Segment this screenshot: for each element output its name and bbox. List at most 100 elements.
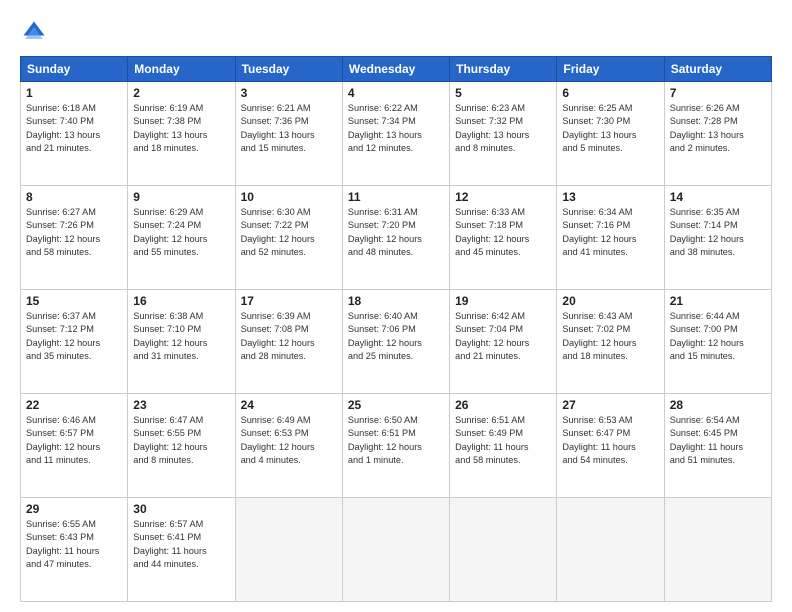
calendar-day — [450, 498, 557, 602]
calendar-day: 20 Sunrise: 6:43 AM Sunset: 7:02 PM Dayli… — [557, 290, 664, 394]
calendar-day: 1 Sunrise: 6:18 AM Sunset: 7:40 PM Daylig… — [21, 82, 128, 186]
day-number: 21 — [670, 294, 766, 308]
calendar-day: 3 Sunrise: 6:21 AM Sunset: 7:36 PM Daylig… — [235, 82, 342, 186]
calendar-day: 17 Sunrise: 6:39 AM Sunset: 7:08 PM Dayli… — [235, 290, 342, 394]
day-info: Sunrise: 6:44 AM Sunset: 7:00 PM Dayligh… — [670, 310, 766, 363]
day-header-thursday: Thursday — [450, 57, 557, 82]
calendar-day: 13 Sunrise: 6:34 AM Sunset: 7:16 PM Dayli… — [557, 186, 664, 290]
logo-icon — [20, 18, 48, 46]
calendar-day: 29 Sunrise: 6:55 AM Sunset: 6:43 PM Dayli… — [21, 498, 128, 602]
page: SundayMondayTuesdayWednesdayThursdayFrid… — [0, 0, 792, 612]
calendar-day: 24 Sunrise: 6:49 AM Sunset: 6:53 PM Dayli… — [235, 394, 342, 498]
day-info: Sunrise: 6:42 AM Sunset: 7:04 PM Dayligh… — [455, 310, 551, 363]
day-info: Sunrise: 6:21 AM Sunset: 7:36 PM Dayligh… — [241, 102, 337, 155]
day-number: 14 — [670, 190, 766, 204]
day-number: 16 — [133, 294, 229, 308]
day-number: 29 — [26, 502, 122, 516]
day-number: 19 — [455, 294, 551, 308]
day-header-saturday: Saturday — [664, 57, 771, 82]
calendar-day: 14 Sunrise: 6:35 AM Sunset: 7:14 PM Dayli… — [664, 186, 771, 290]
day-number: 1 — [26, 86, 122, 100]
day-info: Sunrise: 6:22 AM Sunset: 7:34 PM Dayligh… — [348, 102, 444, 155]
day-number: 8 — [26, 190, 122, 204]
day-number: 13 — [562, 190, 658, 204]
day-number: 7 — [670, 86, 766, 100]
day-number: 11 — [348, 190, 444, 204]
day-number: 12 — [455, 190, 551, 204]
day-header-wednesday: Wednesday — [342, 57, 449, 82]
calendar-week-1: 1 Sunrise: 6:18 AM Sunset: 7:40 PM Daylig… — [21, 82, 772, 186]
day-info: Sunrise: 6:23 AM Sunset: 7:32 PM Dayligh… — [455, 102, 551, 155]
day-header-tuesday: Tuesday — [235, 57, 342, 82]
calendar-day: 12 Sunrise: 6:33 AM Sunset: 7:18 PM Dayli… — [450, 186, 557, 290]
day-info: Sunrise: 6:30 AM Sunset: 7:22 PM Dayligh… — [241, 206, 337, 259]
calendar-day — [664, 498, 771, 602]
day-number: 6 — [562, 86, 658, 100]
calendar-day: 10 Sunrise: 6:30 AM Sunset: 7:22 PM Dayli… — [235, 186, 342, 290]
day-number: 2 — [133, 86, 229, 100]
day-number: 23 — [133, 398, 229, 412]
day-info: Sunrise: 6:18 AM Sunset: 7:40 PM Dayligh… — [26, 102, 122, 155]
day-number: 22 — [26, 398, 122, 412]
day-number: 15 — [26, 294, 122, 308]
day-info: Sunrise: 6:37 AM Sunset: 7:12 PM Dayligh… — [26, 310, 122, 363]
calendar-day: 25 Sunrise: 6:50 AM Sunset: 6:51 PM Dayli… — [342, 394, 449, 498]
day-info: Sunrise: 6:26 AM Sunset: 7:28 PM Dayligh… — [670, 102, 766, 155]
calendar-table: SundayMondayTuesdayWednesdayThursdayFrid… — [20, 56, 772, 602]
day-number: 17 — [241, 294, 337, 308]
calendar-day: 7 Sunrise: 6:26 AM Sunset: 7:28 PM Daylig… — [664, 82, 771, 186]
day-info: Sunrise: 6:54 AM Sunset: 6:45 PM Dayligh… — [670, 414, 766, 467]
day-info: Sunrise: 6:49 AM Sunset: 6:53 PM Dayligh… — [241, 414, 337, 467]
day-number: 26 — [455, 398, 551, 412]
header — [20, 18, 772, 46]
calendar-day: 30Sunrise: 6:57 AM Sunset: 6:41 PM Dayli… — [128, 498, 235, 602]
day-number: 9 — [133, 190, 229, 204]
day-info: Sunrise: 6:31 AM Sunset: 7:20 PM Dayligh… — [348, 206, 444, 259]
calendar-day: 21 Sunrise: 6:44 AM Sunset: 7:00 PM Dayli… — [664, 290, 771, 394]
calendar-day: 6Sunrise: 6:25 AM Sunset: 7:30 PM Daylig… — [557, 82, 664, 186]
day-info: Sunrise: 6:43 AM Sunset: 7:02 PM Dayligh… — [562, 310, 658, 363]
day-number: 24 — [241, 398, 337, 412]
day-info: Sunrise: 6:35 AM Sunset: 7:14 PM Dayligh… — [670, 206, 766, 259]
day-number: 28 — [670, 398, 766, 412]
day-number: 25 — [348, 398, 444, 412]
day-number: 18 — [348, 294, 444, 308]
day-info: Sunrise: 6:50 AM Sunset: 6:51 PM Dayligh… — [348, 414, 444, 467]
day-number: 20 — [562, 294, 658, 308]
calendar-day: 23 Sunrise: 6:47 AM Sunset: 6:55 PM Dayli… — [128, 394, 235, 498]
calendar-day: 26 Sunrise: 6:51 AM Sunset: 6:49 PM Dayli… — [450, 394, 557, 498]
calendar-day: 16 Sunrise: 6:38 AM Sunset: 7:10 PM Dayli… — [128, 290, 235, 394]
day-number: 4 — [348, 86, 444, 100]
calendar-day: 2 Sunrise: 6:19 AM Sunset: 7:38 PM Daylig… — [128, 82, 235, 186]
calendar-day: 8 Sunrise: 6:27 AM Sunset: 7:26 PM Daylig… — [21, 186, 128, 290]
day-number: 3 — [241, 86, 337, 100]
day-number: 27 — [562, 398, 658, 412]
calendar-day — [342, 498, 449, 602]
calendar-week-2: 8 Sunrise: 6:27 AM Sunset: 7:26 PM Daylig… — [21, 186, 772, 290]
day-header-sunday: Sunday — [21, 57, 128, 82]
day-info: Sunrise: 6:38 AM Sunset: 7:10 PM Dayligh… — [133, 310, 229, 363]
logo — [20, 18, 52, 46]
day-info: Sunrise: 6:46 AM Sunset: 6:57 PM Dayligh… — [26, 414, 122, 467]
day-info: Sunrise: 6:19 AM Sunset: 7:38 PM Dayligh… — [133, 102, 229, 155]
day-info: Sunrise: 6:40 AM Sunset: 7:06 PM Dayligh… — [348, 310, 444, 363]
calendar-day: 18 Sunrise: 6:40 AM Sunset: 7:06 PM Dayli… — [342, 290, 449, 394]
day-info: Sunrise: 6:47 AM Sunset: 6:55 PM Dayligh… — [133, 414, 229, 467]
day-info: Sunrise: 6:34 AM Sunset: 7:16 PM Dayligh… — [562, 206, 658, 259]
calendar-day: 22 Sunrise: 6:46 AM Sunset: 6:57 PM Dayli… — [21, 394, 128, 498]
calendar-day: 11 Sunrise: 6:31 AM Sunset: 7:20 PM Dayli… — [342, 186, 449, 290]
calendar-day: 5Sunrise: 6:23 AM Sunset: 7:32 PM Daylig… — [450, 82, 557, 186]
calendar-day: 27 Sunrise: 6:53 AM Sunset: 6:47 PM Dayli… — [557, 394, 664, 498]
day-info: Sunrise: 6:33 AM Sunset: 7:18 PM Dayligh… — [455, 206, 551, 259]
calendar-day: 15 Sunrise: 6:37 AM Sunset: 7:12 PM Dayli… — [21, 290, 128, 394]
day-info: Sunrise: 6:53 AM Sunset: 6:47 PM Dayligh… — [562, 414, 658, 467]
calendar-day: 4 Sunrise: 6:22 AM Sunset: 7:34 PM Daylig… — [342, 82, 449, 186]
day-info: Sunrise: 6:55 AM Sunset: 6:43 PM Dayligh… — [26, 518, 122, 571]
day-info: Sunrise: 6:29 AM Sunset: 7:24 PM Dayligh… — [133, 206, 229, 259]
day-number: 30 — [133, 502, 229, 516]
day-header-monday: Monday — [128, 57, 235, 82]
day-info: Sunrise: 6:39 AM Sunset: 7:08 PM Dayligh… — [241, 310, 337, 363]
day-info: Sunrise: 6:51 AM Sunset: 6:49 PM Dayligh… — [455, 414, 551, 467]
day-info: Sunrise: 6:27 AM Sunset: 7:26 PM Dayligh… — [26, 206, 122, 259]
day-number: 10 — [241, 190, 337, 204]
